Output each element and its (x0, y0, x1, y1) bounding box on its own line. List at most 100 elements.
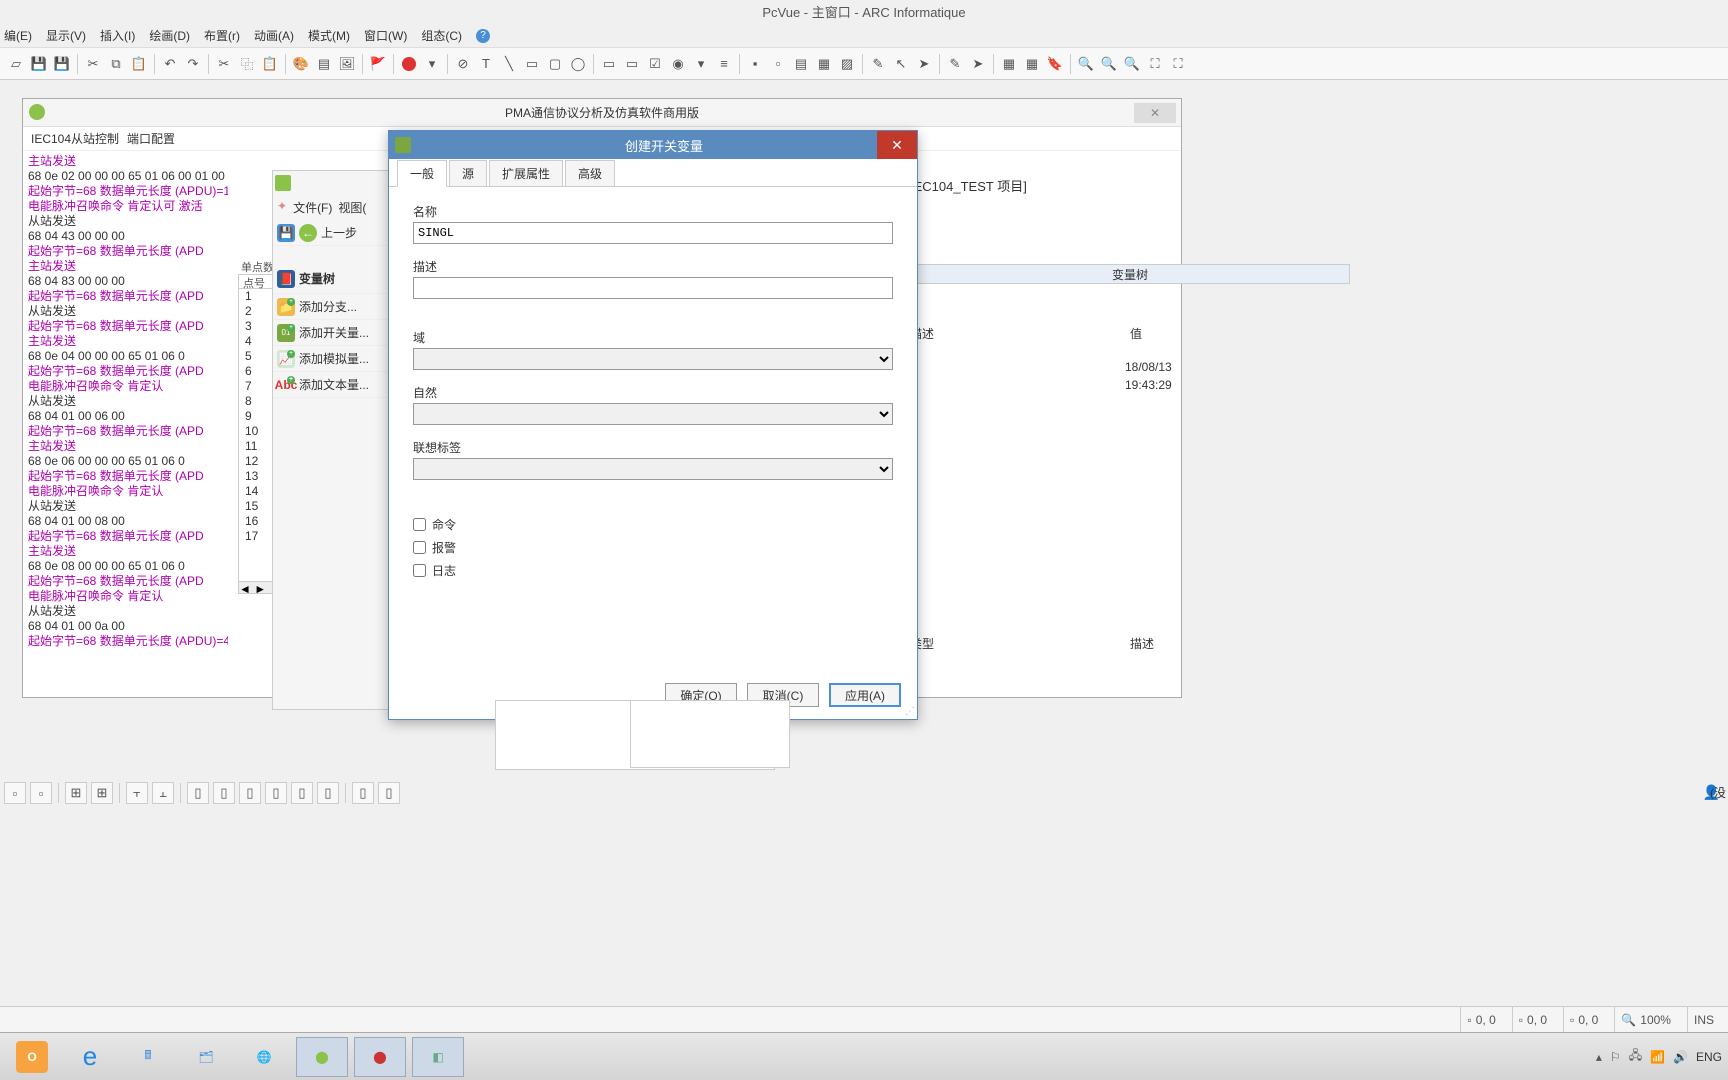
v6-icon[interactable]: ▯ (317, 782, 339, 804)
check-icon[interactable]: ☑ (645, 54, 665, 74)
stop-icon[interactable] (399, 54, 419, 74)
button-icon[interactable]: ▭ (599, 54, 619, 74)
copy-icon[interactable]: ⧉ (106, 54, 126, 74)
menu-config[interactable]: 组态(C) (421, 27, 462, 44)
help-icon[interactable]: ? (476, 29, 490, 43)
name-input[interactable] (413, 222, 893, 244)
v2-icon[interactable]: ▯ (213, 782, 235, 804)
copy2-icon[interactable]: ⿻ (237, 54, 257, 74)
dialog-titlebar[interactable]: 创建开关变量 ✕ (389, 131, 917, 159)
image-icon[interactable]: 🖼 (337, 54, 357, 74)
pen2-icon[interactable]: ✎ (945, 54, 965, 74)
tab-port[interactable]: 端口配置 (127, 130, 175, 147)
add-analog[interactable]: 添加模拟量... (299, 350, 369, 367)
nature-select[interactable] (413, 403, 893, 425)
palette-icon[interactable]: 🎨 (291, 54, 311, 74)
col-desc[interactable]: 描述 (910, 325, 1130, 342)
tag-icon[interactable]: 🔖 (1045, 54, 1065, 74)
zoom1-icon[interactable]: 🔍 (1076, 54, 1096, 74)
send-icon[interactable]: ➤ (914, 54, 934, 74)
clipboard-icon[interactable]: 📋 (260, 54, 280, 74)
rect-icon[interactable]: ▭ (522, 54, 542, 74)
img1-icon[interactable]: ▪ (745, 54, 765, 74)
bt2-icon[interactable]: ▫ (30, 782, 52, 804)
cursor-icon[interactable]: ↖ (891, 54, 911, 74)
flag-icon[interactable]: 🚩 (368, 54, 388, 74)
align1-icon[interactable]: ⫟ (126, 782, 148, 804)
menu-animate[interactable]: 动画(A) (254, 27, 294, 44)
line-icon[interactable]: ╲ (499, 54, 519, 74)
saveall-icon[interactable]: 💾 (52, 54, 72, 74)
tab-source[interactable]: 源 (449, 160, 487, 186)
menu-draw[interactable]: 绘画(D) (149, 27, 190, 44)
task-app3[interactable]: ◧ (412, 1037, 464, 1077)
v4-icon[interactable]: ▯ (265, 782, 287, 804)
grid2-icon[interactable]: ⊞ (91, 782, 113, 804)
menu-view[interactable]: 显示(V) (46, 27, 86, 44)
tab-advanced[interactable]: 高级 (565, 160, 615, 186)
domain-select[interactable] (413, 348, 893, 370)
task-app2[interactable]: ⬤ (354, 1037, 406, 1077)
tray-lang[interactable]: ENG (1696, 1050, 1722, 1064)
radio-icon[interactable]: ◉ (668, 54, 688, 74)
ellipse-icon[interactable]: ◯ (568, 54, 588, 74)
v8-icon[interactable]: ▯ (378, 782, 400, 804)
paste-icon[interactable]: 📋 (129, 54, 149, 74)
v1-icon[interactable]: ▯ (187, 782, 209, 804)
img2-icon[interactable]: ▫ (768, 54, 788, 74)
grid-icon[interactable]: ⊞ (65, 782, 87, 804)
desc-input[interactable] (413, 277, 893, 299)
helper-view-menu[interactable]: 视图( (338, 199, 366, 216)
tab-general[interactable]: 一般 (397, 160, 447, 187)
pma-titlebar[interactable]: PMA通信协议分析及仿真软件商用版 ✕ (23, 99, 1181, 127)
menu-arrange[interactable]: 布置(r) (204, 27, 240, 44)
edit-icon[interactable]: ▭ (622, 54, 642, 74)
check-alarm[interactable] (413, 541, 426, 554)
send2-icon[interactable]: ➤ (968, 54, 988, 74)
check-log[interactable] (413, 564, 426, 577)
tab-iec104[interactable]: IEC104从站控制 (31, 130, 119, 147)
tray-sound-icon[interactable]: 🔊 (1673, 1050, 1688, 1064)
img3-icon[interactable]: ▤ (791, 54, 811, 74)
text-icon[interactable]: T (476, 54, 496, 74)
align2-icon[interactable]: ⫠ (152, 782, 174, 804)
task-pma[interactable]: ⬤ (296, 1037, 348, 1077)
book-icon[interactable]: ▦ (999, 54, 1019, 74)
img4-icon[interactable]: ▦ (814, 54, 834, 74)
scissors-icon[interactable]: ✂ (214, 54, 234, 74)
tab-extended[interactable]: 扩展属性 (489, 160, 563, 186)
close-icon[interactable]: ✕ (877, 131, 917, 159)
zoomsel-icon[interactable]: ⛶ (1168, 54, 1188, 74)
menu-insert[interactable]: 插入(I) (100, 27, 135, 44)
task-calc[interactable]: 🖩 (122, 1037, 174, 1077)
img5-icon[interactable]: ▨ (837, 54, 857, 74)
roundrect-icon[interactable]: ▢ (545, 54, 565, 74)
new-icon[interactable]: ▱ (6, 54, 26, 74)
var-tree-label[interactable]: 变量树 (299, 270, 335, 287)
pen-icon[interactable]: ✎ (868, 54, 888, 74)
redo-icon[interactable]: ↷ (183, 54, 203, 74)
back-icon[interactable]: ← (299, 224, 317, 242)
tray-vol-icon[interactable]: 📶 (1650, 1050, 1665, 1064)
task-chrome[interactable]: 🌐 (238, 1037, 290, 1077)
cut-icon[interactable]: ✂ (83, 54, 103, 74)
book2-icon[interactable]: ▦ (1022, 54, 1042, 74)
col-desc2[interactable]: 描述 (1130, 635, 1350, 652)
v5-icon[interactable]: ▯ (291, 782, 313, 804)
noentry-icon[interactable]: ⊘ (453, 54, 473, 74)
zoom2-icon[interactable]: 🔍 (1099, 54, 1119, 74)
task-outlook[interactable]: O (6, 1037, 58, 1077)
zoomfit-icon[interactable]: ⛶ (1145, 54, 1165, 74)
assoc-select[interactable] (413, 458, 893, 480)
sheet-icon[interactable]: ▤ (314, 54, 334, 74)
task-explorer[interactable]: 🗂 (180, 1037, 232, 1077)
add-branch[interactable]: 添加分支... (299, 298, 357, 315)
menu-edit[interactable]: 编(E) (4, 27, 32, 44)
v3-icon[interactable]: ▯ (239, 782, 261, 804)
undo-icon[interactable]: ↶ (160, 54, 180, 74)
save-icon[interactable]: 💾 (277, 224, 295, 242)
add-text[interactable]: 添加文本量... (299, 376, 369, 393)
menu-window[interactable]: 窗口(W) (364, 27, 407, 44)
tray-net-icon[interactable]: 🖧 (1629, 1046, 1642, 1067)
menu-mode[interactable]: 模式(M) (308, 27, 350, 44)
